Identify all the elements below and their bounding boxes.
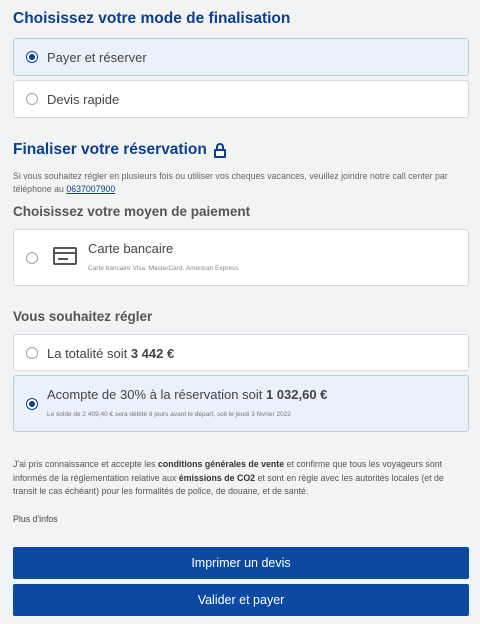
installments-info: Si vous souhaitez régler en plusieurs fo… [13, 170, 468, 196]
settle-amount-title: Vous souhaitez régler [13, 309, 153, 324]
option-pay-and-book[interactable]: Payer et réserver [13, 38, 469, 76]
pay-deposit-radio[interactable] [26, 398, 38, 410]
credit-card-radio[interactable] [26, 252, 38, 264]
finalisation-mode-title: Choisissez votre mode de finalisation [13, 10, 291, 27]
credit-card-label: Carte bancaire [88, 241, 174, 256]
pay-and-book-radio[interactable] [26, 51, 38, 63]
pay-deposit-label: Acompte de 30% à la réservation soit 1 0… [47, 387, 327, 402]
option-pay-deposit[interactable]: Acompte de 30% à la réservation soit 1 0… [13, 375, 469, 432]
payment-method-title: Choisissez votre moyen de paiement [13, 204, 251, 219]
finalise-booking-title-text: Finaliser votre réservation [13, 141, 207, 158]
co2-emissions-link[interactable]: émissions de CO2 [179, 473, 255, 483]
pay-deposit-balance-note: Le solde de 2 409,40 € sera débité 8 jou… [47, 411, 291, 418]
quick-quote-label: Devis rapide [47, 92, 120, 107]
lock-icon [213, 142, 227, 158]
credit-card-brands: Carte bancaire Visa, MasterCard, America… [88, 265, 239, 272]
more-info-link[interactable]: Plus d'infos [13, 514, 58, 524]
credit-card-icon [53, 247, 77, 265]
pay-total-prefix: La totalité soit [47, 346, 128, 361]
quick-quote-radio[interactable] [26, 93, 38, 105]
terms-of-sale-link[interactable]: conditions générales de vente [158, 459, 284, 469]
finalise-booking-title: Finaliser votre réservation [13, 141, 227, 159]
option-quick-quote[interactable]: Devis rapide [13, 80, 469, 118]
option-pay-total[interactable]: La totalité soit 3 442 € [13, 334, 469, 371]
terms-acceptance-text: J'ai pris connaissance et accepte les co… [13, 458, 468, 499]
pay-deposit-prefix: Acompte de 30% à la réservation soit [47, 387, 263, 402]
pay-total-amount: 3 442 € [130, 346, 175, 361]
validate-and-pay-button[interactable]: Valider et payer [13, 584, 469, 616]
pay-and-book-label: Payer et réserver [47, 50, 147, 65]
pay-deposit-amount: 1 032,60 € [265, 387, 328, 402]
terms-part-1: J'ai pris connaissance et accepte les [13, 459, 156, 469]
pay-total-radio[interactable] [26, 347, 38, 359]
checkout-page: Choisissez votre mode de finalisation Pa… [0, 0, 480, 624]
print-quote-button[interactable]: Imprimer un devis [13, 547, 469, 579]
pay-total-label: La totalité soit 3 442 € [47, 346, 174, 361]
call-center-phone-link[interactable]: 0637007900 [66, 184, 115, 194]
option-credit-card[interactable]: Carte bancaire Carte bancaire Visa, Mast… [13, 229, 469, 286]
